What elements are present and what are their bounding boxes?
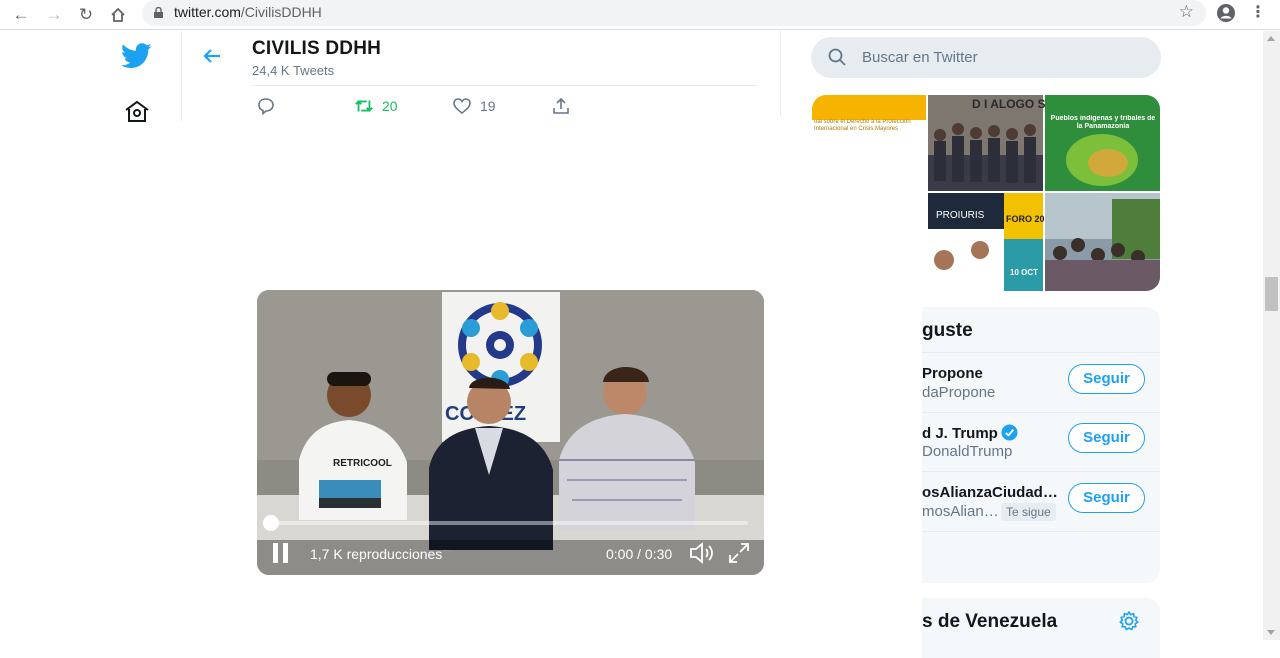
who-to-follow-title: guste [922, 320, 973, 341]
scroll-down-arrow-icon[interactable] [1267, 630, 1275, 635]
divider [252, 85, 757, 86]
url-text: twitter.com/CivilisDDHH [174, 4, 322, 20]
reply-button[interactable] [256, 95, 276, 117]
account-handle[interactable]: mosAlian… [922, 503, 999, 520]
retweet-count: 20 [382, 98, 398, 114]
divider [922, 471, 1160, 472]
tweet-count: 24,4 K Tweets [252, 63, 335, 78]
account-handle[interactable]: DonaldTrump [922, 443, 1012, 460]
pause-icon[interactable] [272, 543, 290, 563]
follow-button[interactable]: Seguir [1068, 423, 1145, 453]
heart-icon [453, 98, 471, 115]
volume-icon[interactable] [689, 541, 715, 565]
follow-button[interactable]: Seguir [1068, 483, 1145, 513]
divider [922, 352, 1160, 353]
timeline-left-border [181, 31, 182, 121]
like-button[interactable]: 19 [452, 95, 496, 117]
scroll-up-arrow-icon[interactable] [1267, 36, 1275, 41]
shirt-text: RETRICOOL [333, 458, 392, 469]
back-arrow-icon[interactable]: ← [9, 3, 33, 27]
follows-you-badge: Te sigue [1001, 503, 1056, 521]
tile3-text: Pueblos indígenas y tribales de la Panam… [1050, 115, 1156, 130]
profile-name: CIVILIS DDHH [252, 38, 382, 59]
retweet-button[interactable]: 20 [354, 95, 398, 117]
twitter-bird-icon[interactable] [121, 42, 152, 70]
profile-media-grid[interactable]: ual sobre el Derecho a la Protección Int… [812, 95, 1160, 291]
browser-toolbar: ← → ↻ twitter.com/CivilisDDHH ☆ ⋮ [0, 0, 1280, 30]
share-button[interactable] [551, 95, 571, 117]
divider [922, 412, 1160, 413]
forward-arrow-icon[interactable]: → [42, 3, 66, 27]
menu-kebab-icon[interactable]: ⋮ [1250, 4, 1266, 24]
gear-icon[interactable] [1118, 610, 1140, 632]
back-arrow-icon[interactable] [200, 44, 224, 68]
account-name-verified[interactable]: d J. Trump [922, 424, 1018, 442]
like-count: 19 [480, 98, 496, 114]
scrollbar-thumb[interactable] [1265, 277, 1278, 311]
address-bar[interactable]: twitter.com/CivilisDDHH ☆ [142, 0, 1206, 26]
account-name[interactable]: Propone [922, 365, 983, 382]
fullscreen-icon[interactable] [727, 541, 751, 565]
video-progress-knob[interactable] [263, 515, 279, 531]
video-progress-track[interactable] [271, 521, 748, 525]
account-name: d J. Trump [922, 425, 998, 442]
account-icon[interactable] [1216, 3, 1236, 23]
tile5-date: 10 OCT [1010, 268, 1038, 277]
follow-button[interactable]: Seguir [1068, 364, 1145, 394]
tile1-text: ual sobre el Derecho a la Protección Int… [814, 119, 911, 132]
tile4-text: PROIURIS [936, 210, 985, 221]
timeline-right-border [780, 31, 781, 116]
video-time: 0:00 / 0:30 [606, 546, 673, 562]
share-icon [553, 97, 569, 114]
reload-icon[interactable]: ↻ [74, 3, 98, 27]
bookmark-star-icon[interactable]: ☆ [1179, 2, 1194, 22]
video-player[interactable]: COFAEZ RETRICOOL [257, 290, 764, 575]
lock-icon [154, 7, 163, 18]
divider [922, 531, 1160, 532]
retweet-icon [355, 100, 373, 112]
verified-badge-icon [1001, 424, 1018, 441]
reply-icon [258, 98, 274, 116]
video-views: 1,7 K reproducciones [310, 546, 443, 562]
account-handle[interactable]: daPropone [922, 384, 995, 401]
search-placeholder[interactable]: Buscar en Twitter [862, 49, 978, 66]
trends-title: s de Venezuela [922, 611, 1058, 632]
page-scrollbar[interactable] [1263, 31, 1280, 640]
home-nav-icon[interactable] [124, 99, 150, 123]
search-icon [828, 48, 846, 66]
account-name[interactable]: osAlianzaCiudad… [922, 484, 1058, 501]
home-icon[interactable] [106, 3, 130, 27]
video-frame: COFAEZ RETRICOOL [257, 290, 764, 575]
media-thumbnails: ual sobre el Derecho a la Protección Int… [812, 95, 1160, 291]
